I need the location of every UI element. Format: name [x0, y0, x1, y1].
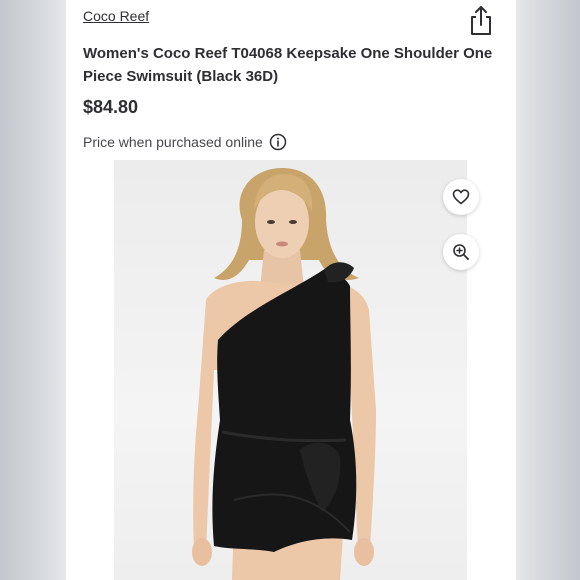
share-button[interactable] — [466, 4, 496, 36]
heart-icon — [452, 189, 470, 205]
zoom-button[interactable] — [443, 234, 479, 270]
product-title: Women's Coco Reef T04068 Keepsake One Sh… — [83, 45, 493, 85]
product-card: Coco Reef Women's Coco Reef T04068 Keeps… — [66, 0, 516, 580]
background-left — [0, 0, 66, 580]
product-price: $84.80 — [83, 97, 139, 117]
info-icon — [269, 133, 287, 151]
background-right — [516, 0, 580, 580]
brand-link[interactable]: Coco Reef — [83, 8, 149, 24]
price-note: Price when purchased online — [83, 134, 263, 150]
zoom-in-icon — [453, 244, 469, 260]
product-image[interactable] — [114, 160, 467, 580]
info-button[interactable] — [269, 133, 287, 151]
model-photo — [192, 168, 376, 580]
favorite-button[interactable] — [443, 179, 479, 215]
share-icon — [471, 6, 491, 35]
